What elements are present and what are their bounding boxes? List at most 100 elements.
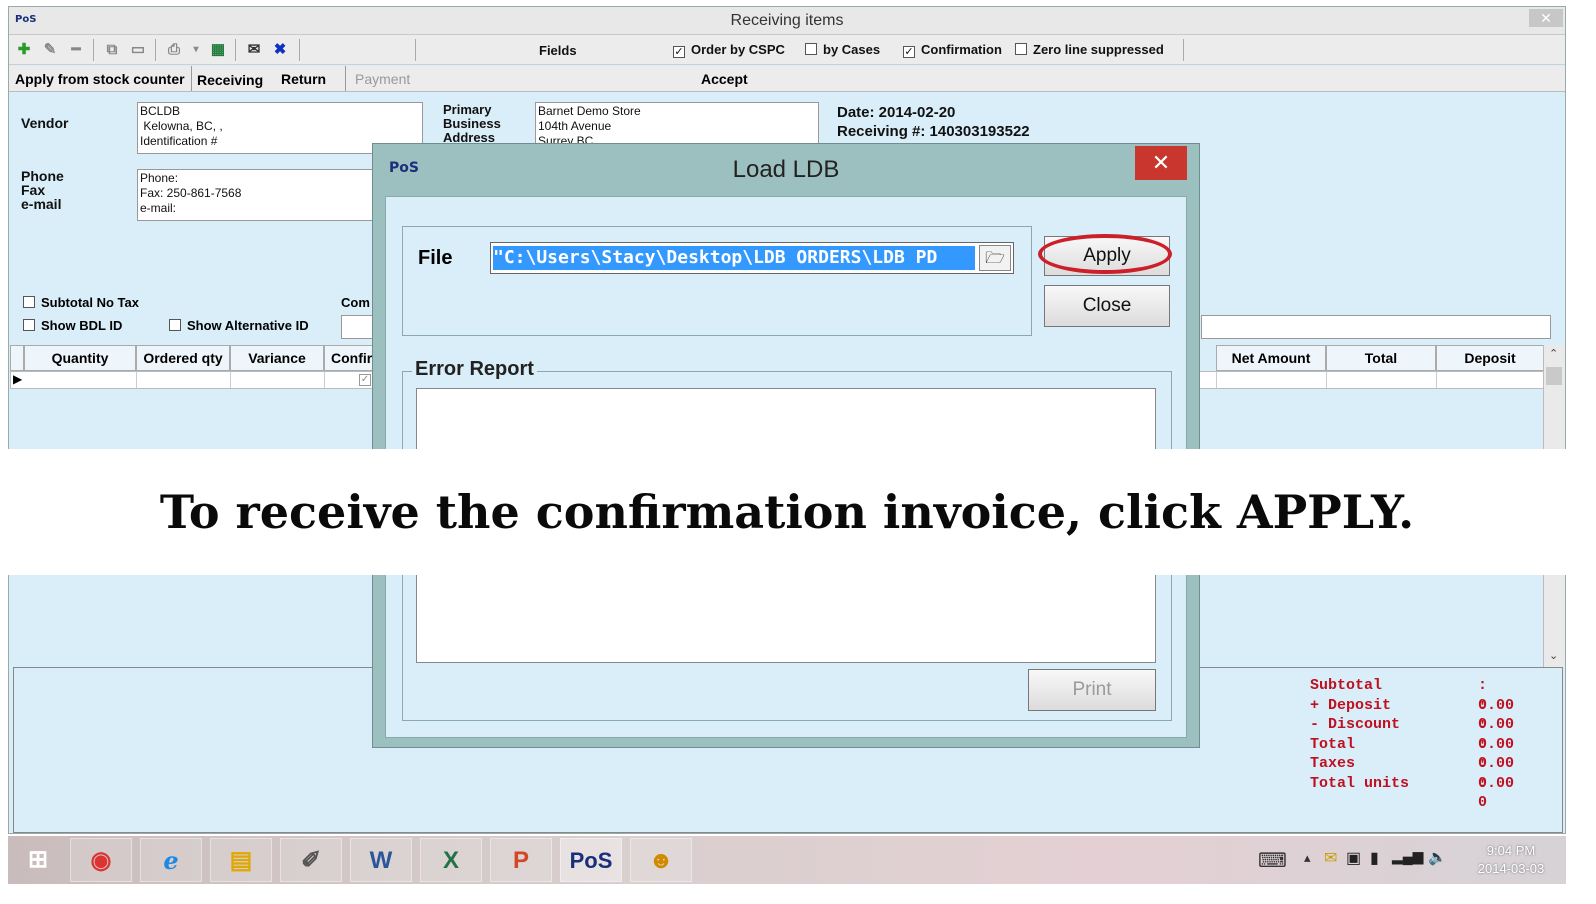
primary-label-line: Primary [443,103,492,117]
tab-payment[interactable]: Payment [355,71,410,87]
monitor-icon[interactable]: ▣ [1346,848,1361,868]
excel-icon[interactable]: ▦ [209,41,227,59]
by-cases-checkbox[interactable] [805,43,817,55]
file-label: File [418,247,453,269]
mail-icon[interactable]: ✉ [1324,848,1337,868]
column-deposit[interactable]: Deposit [1436,345,1544,371]
primary-address-field[interactable]: Barnet Demo Store 104th Avenue Surrey BC [535,102,819,144]
fax-label: Fax [21,182,46,198]
apply-highlight-circle [1038,234,1172,274]
order-by-cspc-label: Order by CSPC [691,42,785,57]
contact-line: Phone: [140,171,179,185]
file-path-input[interactable]: "C:\Users\Stacy\Desktop\LDB ORDERS\LDB P… [490,242,1014,274]
confirmation-checkbox[interactable]: ✓ [903,46,915,58]
window-titlebar[interactable]: PoS Receiving items ✕ [9,7,1565,35]
email-icon[interactable]: ✉ [245,41,263,59]
tab-accept[interactable]: Accept [701,71,748,87]
column-variance[interactable]: Variance [230,345,324,371]
cancel-icon[interactable]: ✖ [271,41,289,59]
scroll-down-icon[interactable]: ⌄ [1549,649,1558,662]
row-header-corner [10,345,24,371]
toolbar-divider [415,39,416,61]
paint-icon[interactable]: ✐ [280,838,342,882]
instruction-text: To receive the confirmation invoice, cli… [159,485,1415,539]
chevron-up-icon[interactable]: ▴ [1304,850,1311,866]
row-pointer-icon: ▶ [13,372,23,386]
totals-label: + Deposit [1310,696,1392,714]
subtotal-no-tax-option[interactable]: Subtotal No Tax [23,295,139,310]
subtotal-no-tax-label: Subtotal No Tax [41,295,139,310]
scroll-thumb[interactable] [1546,367,1562,385]
powerpoint-icon[interactable]: P [490,838,552,882]
clock-date: 2014-03-03 [1477,861,1545,876]
contact-field[interactable]: Phone: Fax: 250-861-7568 e-mail: [137,169,377,221]
subtotal-no-tax-checkbox[interactable] [23,296,35,308]
column-ordered-qty[interactable]: Ordered qty [136,345,230,371]
internet-explorer-icon[interactable]: e [140,838,202,882]
error-report-label: Error Report [412,358,537,381]
pos-app-icon[interactable]: PoS [560,838,622,882]
close-button[interactable]: Close [1044,285,1170,327]
window-title: Receiving items [730,12,844,29]
dialog-titlebar[interactable]: PoS Load LDB ✕ [373,144,1199,192]
add-icon[interactable]: ✚ [15,41,33,59]
print-icon[interactable]: ⎙ [165,41,183,59]
preview-icon[interactable]: ⧉ [103,41,121,59]
dialog-close-button[interactable]: ✕ [1135,146,1187,180]
zero-line-checkbox[interactable] [1015,43,1027,55]
chrome-icon[interactable]: ◉ [70,838,132,882]
date-text: Date: 2014-02-20 [837,104,956,121]
confirmation-option[interactable]: ✓ Confirmation [903,42,1002,58]
battery-icon[interactable]: ▮ [1370,848,1379,868]
confirmation-label: Confirmation [921,42,1002,57]
dialog-title: Load LDB [732,156,840,183]
order-by-cspc-option[interactable]: ✓ Order by CSPC [673,42,785,58]
show-bdl-id-option[interactable]: Show BDL ID [23,318,122,333]
windows-start-icon[interactable]: ⊞ [8,838,68,882]
comments-field-right[interactable] [1201,315,1551,339]
excel-icon[interactable]: X [420,838,482,882]
column-total[interactable]: Total [1326,345,1436,371]
keyboard-icon[interactable]: ⌨ [1258,848,1287,873]
column-quantity[interactable]: Quantity [24,345,136,371]
tab-apply-from-stock-counter[interactable]: Apply from stock counter [15,71,185,87]
toolbar-divider [1183,39,1184,61]
file-explorer-icon[interactable]: ▤ [210,838,272,882]
order-by-cspc-checkbox[interactable]: ✓ [673,46,685,58]
clock[interactable]: 9:04 PM 2014-03-03 [1466,842,1556,878]
edit-icon[interactable]: ✎ [41,41,59,59]
scroll-up-icon[interactable]: ⌃ [1549,347,1558,360]
toolbar-divider [235,39,236,61]
fields-label: Fields [539,43,577,58]
totals-row: - Discount: 0.00 [1310,715,1514,753]
tab-receiving[interactable]: Receiving [197,72,263,88]
cell-divider [324,372,325,388]
toolbar-divider [93,39,94,61]
column-net-amount[interactable]: Net Amount [1216,345,1326,371]
primary-label-line: Address [443,130,496,144]
totals-row: + Deposit: 0.00 [1310,696,1514,734]
by-cases-option[interactable]: by Cases [805,42,880,57]
volume-icon[interactable]: 🔈 [1428,848,1447,866]
tab-return[interactable]: Return [281,71,326,87]
totals-label: Total [1310,735,1356,753]
open-folder-icon[interactable]: 🗁 [979,245,1011,271]
chevron-down-icon[interactable]: ▾ [187,41,205,59]
row-confirm-checkbox[interactable]: ✓ [359,374,371,386]
show-bdl-id-checkbox[interactable] [23,319,35,331]
zero-line-option[interactable]: Zero line suppressed [1015,42,1164,57]
network-icon[interactable]: ▂▄▆ [1392,848,1423,865]
primary-line: 104th Avenue [538,119,612,133]
remove-icon[interactable]: ━ [67,41,85,59]
messenger-icon[interactable]: ☻ [630,838,692,882]
window-close-button[interactable]: ✕ [1529,9,1563,27]
totals-row: Total: 0.00 [1310,735,1514,773]
window-icon[interactable]: ▭ [129,41,147,59]
print-button[interactable]: Print [1028,669,1156,711]
cell-divider [1436,372,1437,388]
show-bdl-id-label: Show BDL ID [41,318,123,333]
word-icon[interactable]: W [350,838,412,882]
totals-label: - Discount [1310,716,1401,733]
show-alt-id-checkbox[interactable] [169,319,181,331]
show-alt-id-option[interactable]: Show Alternative ID [169,318,309,333]
